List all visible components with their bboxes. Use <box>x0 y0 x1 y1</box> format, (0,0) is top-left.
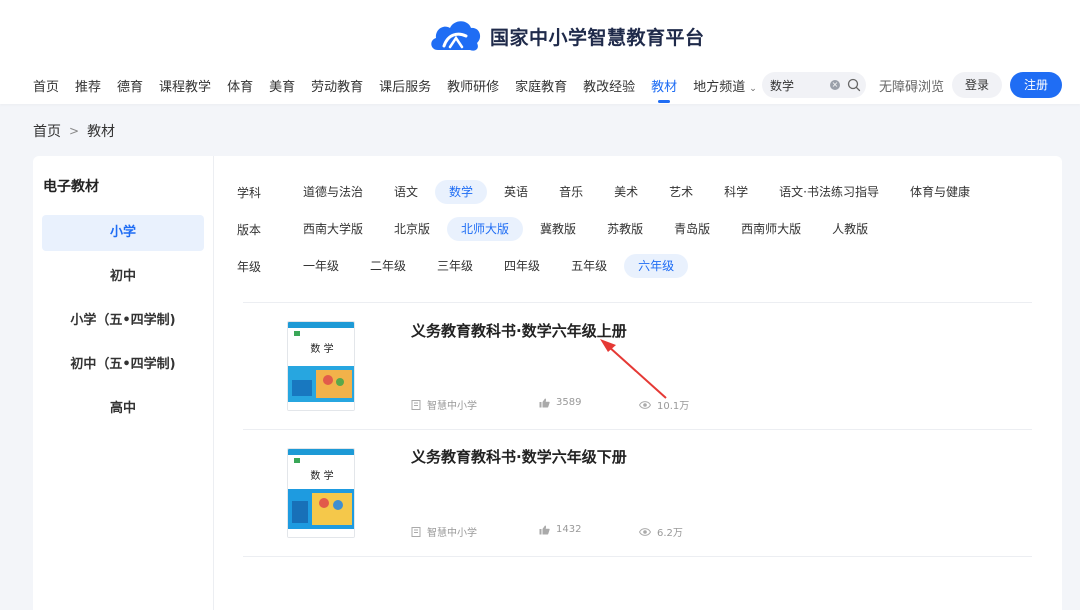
document-icon <box>411 399 421 410</box>
chevron-down-icon: ⌄ <box>749 83 757 94</box>
edition-option[interactable]: 西南大学版 <box>289 217 377 241</box>
sidebar-item-primary-54[interactable]: 小学（五•四学制) <box>42 303 204 339</box>
main-nav: 首页 推荐 德育 课程教学 体育 美育 劳动教育 课后服务 教师研修 家庭教育 … <box>33 74 773 103</box>
grade-option[interactable]: 一年级 <box>289 254 353 278</box>
book-likes: 3589 <box>539 397 581 408</box>
subject-option-selected[interactable]: 数学 <box>435 180 488 204</box>
search-input[interactable] <box>770 78 826 92</box>
subject-option[interactable]: 语文 <box>380 180 432 204</box>
grade-option[interactable]: 二年级 <box>356 254 420 278</box>
subject-option[interactable]: 英语 <box>490 180 542 204</box>
nav-afterschool[interactable]: 课后服务 <box>379 76 431 95</box>
book-source: 智慧中小学 <box>411 397 477 412</box>
search-box: × <box>762 72 866 98</box>
edition-filter-row: 版本 西南大学版 北京版 北师大版 冀教版 苏教版 青岛版 西南师大版 人教版 <box>237 217 885 241</box>
nav-course[interactable]: 课程教学 <box>159 76 211 95</box>
book-source-text: 智慧中小学 <box>427 401 477 412</box>
document-icon <box>411 526 421 537</box>
nav-labor[interactable]: 劳动教育 <box>311 76 363 95</box>
book-cover[interactable]: 数 学 <box>287 448 355 538</box>
subject-option[interactable]: 科学 <box>710 180 762 204</box>
book-views-count: 10.1万 <box>657 401 690 412</box>
edition-label: 版本 <box>237 222 262 237</box>
nav-textbook[interactable]: 教材 <box>651 76 677 103</box>
nav-arts[interactable]: 美育 <box>269 76 295 95</box>
sidebar-item-junior-54[interactable]: 初中（五•四学制) <box>42 347 204 383</box>
nav-teacher-training[interactable]: 教师研修 <box>447 76 499 95</box>
subject-option[interactable]: 体育与健康 <box>896 180 984 204</box>
book-likes: 1432 <box>539 524 581 535</box>
nav-sports[interactable]: 体育 <box>227 76 253 95</box>
edition-option[interactable]: 北京版 <box>380 217 444 241</box>
subject-option[interactable]: 美术 <box>600 180 652 204</box>
nav-recommend[interactable]: 推荐 <box>75 76 101 95</box>
grade-filter-row: 年级 一年级 二年级 三年级 四年级 五年级 六年级 <box>237 254 691 278</box>
breadcrumb: 首页 > 教材 <box>33 121 115 141</box>
register-button[interactable]: 注册 <box>1010 72 1062 98</box>
sidebar-title: 电子教材 <box>43 179 99 195</box>
sidebar-item-senior[interactable]: 高中 <box>42 391 204 427</box>
book-likes-count: 1432 <box>556 524 582 535</box>
book-cover-title: 数 学 <box>310 344 334 355</box>
subject-option[interactable]: 音乐 <box>545 180 597 204</box>
logo-text: 国家中小学智慧教育平台 <box>490 26 705 49</box>
content-card: 电子教材 小学 初中 小学（五•四学制) 初中（五•四学制) 高中 学科 道德与… <box>33 156 1062 610</box>
book-source-text: 智慧中小学 <box>427 528 477 539</box>
list-divider <box>243 302 1032 303</box>
top-header: 国家中小学智慧教育平台 首页 推荐 德育 课程教学 体育 美育 劳动教育 课后服… <box>0 0 1080 104</box>
edition-option[interactable]: 西南师大版 <box>727 217 815 241</box>
breadcrumb-separator: > <box>69 124 80 138</box>
subject-filter-row: 学科 道德与法治 语文 数学 英语 音乐 美术 艺术 科学 语文·书法练习指导 … <box>237 180 987 204</box>
grade-option[interactable]: 四年级 <box>490 254 554 278</box>
breadcrumb-current: 教材 <box>87 124 116 140</box>
edition-option[interactable]: 青岛版 <box>660 217 724 241</box>
book-likes-count: 3589 <box>556 397 582 408</box>
nav-local-label: 地方频道 <box>693 79 746 95</box>
subject-option[interactable]: 艺术 <box>655 180 707 204</box>
eye-icon <box>639 400 651 409</box>
platform-logo[interactable]: 国家中小学智慧教育平台 <box>428 16 705 56</box>
accessibility-link[interactable]: 无障碍浏览 <box>879 76 944 95</box>
thumbs-up-icon <box>539 525 550 534</box>
nav-reform[interactable]: 教改经验 <box>583 76 635 95</box>
book-views: 6.2万 <box>639 524 683 539</box>
thumbs-up-icon <box>539 398 550 407</box>
book-views: 10.1万 <box>639 397 689 412</box>
book-title[interactable]: 义务教育教科书·数学六年级下册 <box>411 446 627 467</box>
book-views-count: 6.2万 <box>657 528 683 539</box>
book-cover-image <box>288 322 354 410</box>
nav-moral[interactable]: 德育 <box>117 76 143 95</box>
sidebar-item-junior[interactable]: 初中 <box>42 259 204 295</box>
breadcrumb-home[interactable]: 首页 <box>33 121 61 141</box>
login-button[interactable]: 登录 <box>952 72 1002 98</box>
grade-option-selected[interactable]: 六年级 <box>624 254 689 278</box>
list-divider <box>243 429 1032 430</box>
book-source: 智慧中小学 <box>411 524 477 539</box>
subject-option[interactable]: 语文·书法练习指导 <box>765 180 893 204</box>
edition-option-selected[interactable]: 北师大版 <box>447 217 524 241</box>
subject-option[interactable]: 道德与法治 <box>289 180 377 204</box>
edition-option[interactable]: 人教版 <box>818 217 882 241</box>
grade-label: 年级 <box>237 259 262 274</box>
edition-option[interactable]: 冀教版 <box>526 217 590 241</box>
book-cover-image <box>288 449 354 537</box>
cloud-logo-icon <box>431 21 481 51</box>
book-title[interactable]: 义务教育教科书·数学六年级上册 <box>411 320 627 341</box>
nav-home[interactable]: 首页 <box>33 76 59 95</box>
book-cover-title: 数 学 <box>310 471 334 482</box>
eye-icon <box>639 527 651 536</box>
book-cover[interactable]: 数 学 <box>287 321 355 411</box>
grade-option[interactable]: 五年级 <box>557 254 621 278</box>
nav-local-channel[interactable]: 地方频道 ⌄ <box>693 76 757 95</box>
search-icon[interactable] <box>847 78 861 92</box>
nav-family[interactable]: 家庭教育 <box>515 76 567 95</box>
clear-icon[interactable]: × <box>830 80 840 90</box>
sidebar-item-primary[interactable]: 小学 <box>42 215 204 251</box>
grade-option[interactable]: 三年级 <box>423 254 487 278</box>
sidebar: 电子教材 小学 初中 小学（五•四学制) 初中（五•四学制) 高中 <box>33 156 214 610</box>
edition-option[interactable]: 苏教版 <box>593 217 657 241</box>
list-divider <box>243 556 1032 557</box>
subject-label: 学科 <box>237 185 262 200</box>
